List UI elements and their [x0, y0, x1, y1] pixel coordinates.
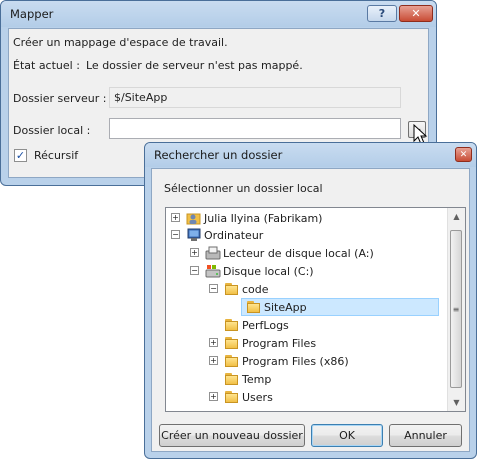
expand-icon[interactable]: +: [209, 338, 218, 347]
dialog-prompt: Sélectionner un dossier local: [164, 182, 323, 195]
tree-item-program-files[interactable]: Program Files: [224, 334, 316, 352]
folder-icon: [224, 354, 240, 368]
tree-item-label: Program Files (x86): [242, 354, 349, 368]
tree-item-code[interactable]: code: [224, 280, 269, 298]
scroll-down-icon[interactable]: ▼: [448, 394, 465, 411]
close-icon: ✕: [411, 7, 421, 20]
tree-item-label: PerfLogs: [242, 318, 289, 332]
tree-item-program-files-x86[interactable]: Program Files (x86): [224, 352, 349, 370]
tree-item-julia[interactable]: Julia Ilyina (Fabrikam): [186, 209, 322, 227]
cancel-button[interactable]: Annuler: [389, 424, 462, 447]
close-icon: ✕: [459, 149, 468, 160]
recursive-checkbox[interactable]: ✓: [14, 149, 27, 162]
tree-scrollbar[interactable]: ▲ ≡ ▼: [447, 208, 465, 411]
tree-item-temp[interactable]: Temp: [224, 370, 271, 388]
tree-item-label: Users: [242, 390, 273, 404]
tree-item-label: Disque local (C:): [223, 264, 314, 278]
server-folder-label: Dossier serveur :: [13, 92, 107, 105]
mapper-title: Mapper: [10, 7, 54, 21]
intro-text: Créer un mappage d'espace de travail.: [13, 36, 228, 49]
help-button[interactable]: ?: [367, 5, 397, 22]
mapper-close-button[interactable]: ✕: [399, 5, 433, 22]
floppy-drive-icon: [205, 246, 221, 260]
folder-icon: [246, 300, 262, 314]
status-label: État actuel :: [13, 59, 80, 72]
hard-drive-icon: [205, 265, 221, 278]
expand-icon[interactable]: +: [209, 392, 218, 401]
dialog-content: Sélectionner un dossier local + Julia Il…: [151, 168, 470, 452]
tree-item-label: Julia Ilyina (Fabrikam): [204, 211, 323, 225]
tree-item-drive-c[interactable]: Disque local (C:): [205, 262, 314, 280]
expand-icon[interactable]: +: [171, 213, 180, 222]
tree-item-label: SiteApp: [264, 300, 307, 314]
tree-item-drive-a[interactable]: Lecteur de disque local (A:): [205, 244, 374, 262]
collapse-icon[interactable]: −: [209, 284, 218, 293]
help-icon: ?: [378, 7, 386, 20]
tree-item-users[interactable]: Users: [224, 388, 273, 406]
collapse-icon[interactable]: −: [190, 266, 199, 275]
folder-icon: [224, 318, 240, 332]
folder-open-icon: [224, 282, 240, 296]
dialog-close-button[interactable]: ✕: [455, 147, 472, 162]
local-folder-field[interactable]: [109, 118, 401, 139]
tree-item-label: Lecteur de disque local (A:): [223, 246, 374, 260]
server-folder-field[interactable]: $/SiteApp: [109, 87, 401, 108]
user-folder-icon: [186, 213, 201, 225]
tree-item-label: code: [242, 282, 269, 296]
status-value: Le dossier de serveur n'est pas mappé.: [86, 59, 303, 72]
scroll-thumb[interactable]: ≡: [450, 230, 462, 388]
dialog-titlebar[interactable]: Rechercher un dossier ✕: [145, 143, 476, 167]
local-folder-label: Dossier local :: [13, 124, 91, 137]
expand-icon[interactable]: +: [190, 248, 199, 257]
folder-tree[interactable]: + Julia Ilyina (Fabrikam) − Ordinateur +…: [165, 207, 466, 412]
tree-item-siteapp[interactable]: SiteApp: [241, 298, 439, 316]
tree-item-label: Temp: [242, 372, 272, 386]
folder-icon: [224, 336, 240, 350]
recursive-label: Récursif: [34, 149, 79, 162]
new-folder-button[interactable]: Créer un nouveau dossier: [159, 424, 305, 447]
expand-icon[interactable]: +: [209, 356, 218, 365]
tree-item-label: Ordinateur: [204, 228, 264, 242]
computer-icon: [187, 228, 201, 241]
tree-item-ordinateur[interactable]: Ordinateur: [186, 226, 263, 244]
tree-item-label: Program Files: [242, 336, 317, 350]
mapper-titlebar[interactable]: Mapper ? ✕: [1, 1, 436, 27]
tree-item-perflogs[interactable]: PerfLogs: [224, 316, 289, 334]
folder-icon: [224, 372, 240, 386]
ok-button[interactable]: OK: [311, 424, 383, 447]
folder-icon: [224, 390, 240, 404]
dialog-title: Rechercher un dossier: [154, 148, 283, 162]
scroll-up-icon[interactable]: ▲: [448, 208, 465, 225]
browse-folder-dialog: Rechercher un dossier ✕ Sélectionner un …: [144, 142, 477, 459]
collapse-icon[interactable]: −: [171, 230, 180, 239]
